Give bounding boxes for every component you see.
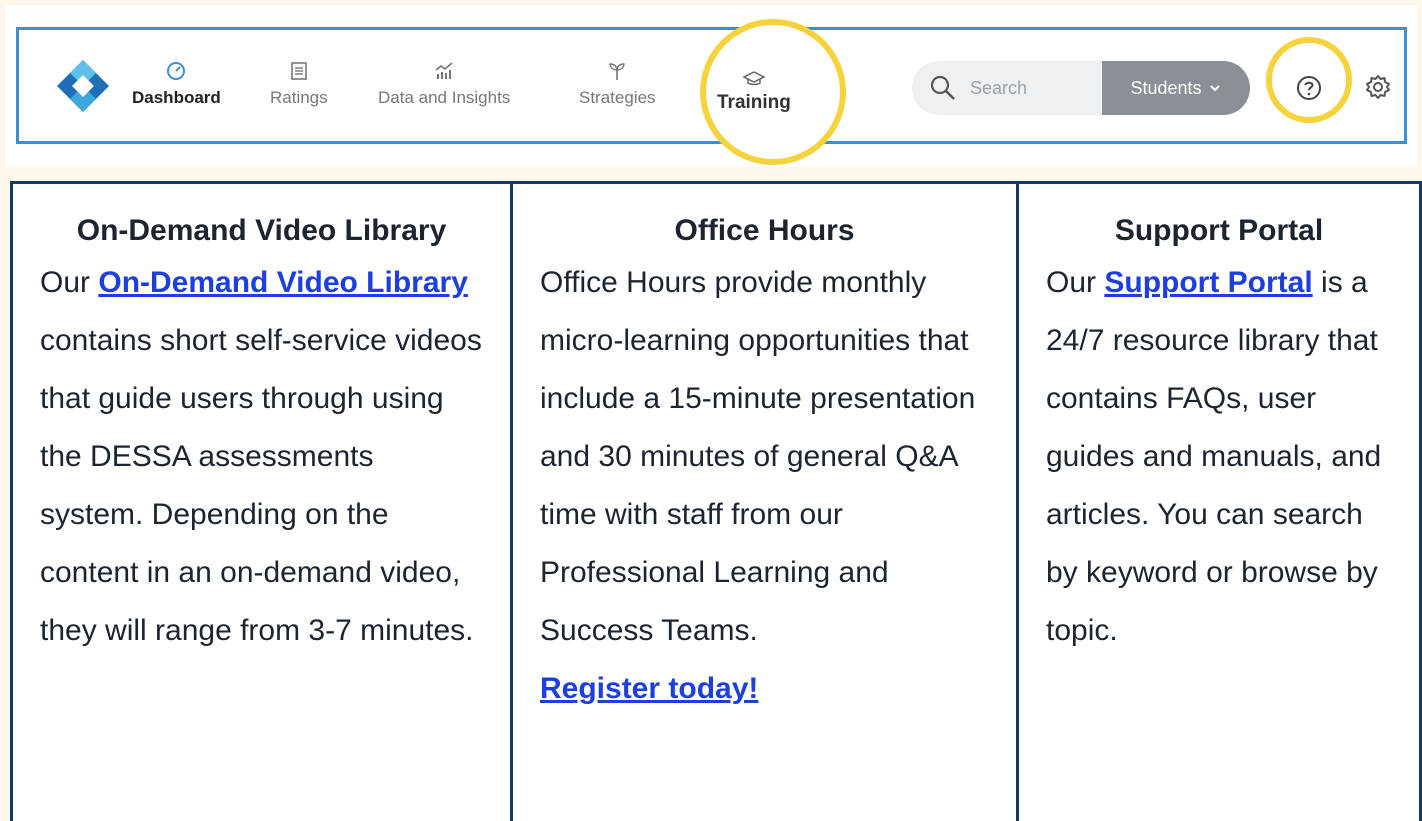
search-bar: Search Students <box>912 61 1250 115</box>
card-text: Office Hours provide monthly micro-learn… <box>540 266 976 647</box>
card-text: contains short self-service videos that … <box>40 324 482 647</box>
scope-dropdown-label: Students <box>1130 77 1202 98</box>
list-icon <box>291 62 307 80</box>
video-library-link[interactable]: On-Demand Video Library <box>98 266 468 299</box>
nav-bar: Dashboard Ratings Data and Insights Stra… <box>16 19 1407 165</box>
card-body: Our On-Demand Video Library contains sho… <box>40 254 483 660</box>
nav-item-data-and-insights[interactable]: Data and Insights <box>378 60 510 108</box>
topbar-screenshot: Dashboard Ratings Data and Insights Stra… <box>5 5 1417 167</box>
nav-item-strategies[interactable]: Strategies <box>579 60 656 108</box>
chart-icon <box>435 62 453 79</box>
card-title: Office Hours <box>674 214 855 247</box>
card-title: On-Demand Video Library <box>76 214 447 247</box>
graduation-cap-icon <box>742 71 765 86</box>
card-text: is a 24/7 resource library that contains… <box>1046 266 1382 647</box>
nav-item-ratings[interactable]: Ratings <box>270 60 328 108</box>
question-circle-icon[interactable] <box>1296 75 1322 101</box>
card-text: Our <box>1046 266 1105 299</box>
scope-dropdown[interactable]: Students <box>1102 61 1250 115</box>
search-input[interactable]: Search <box>912 61 1102 115</box>
card-office-hours: Office Hours Office Hours provide monthl… <box>510 184 1016 821</box>
register-link[interactable]: Register today! <box>540 672 758 705</box>
gauge-icon <box>167 62 186 80</box>
nav-item-dashboard[interactable]: Dashboard <box>132 60 221 108</box>
card-body: Our Support Portal is a 24/7 resource li… <box>1046 254 1392 660</box>
nav-label: Strategies <box>579 88 656 107</box>
nav-label: Training <box>717 92 791 113</box>
support-portal-link[interactable]: Support Portal <box>1104 266 1312 299</box>
card-body: Office Hours provide monthly micro-learn… <box>540 254 989 718</box>
sprout-icon <box>609 63 625 80</box>
nav-label: Ratings <box>270 88 328 107</box>
nav-item-training[interactable]: Training <box>717 70 791 114</box>
card-support-portal: Support Portal Our Support Portal is a 2… <box>1016 184 1419 821</box>
card-title: Support Portal <box>1114 214 1324 247</box>
card-video-library: On-Demand Video Library Our On-Demand Vi… <box>13 184 510 821</box>
training-resources-panel: On-Demand Video Library Our On-Demand Vi… <box>10 181 1422 821</box>
nav-label: Dashboard <box>132 88 221 107</box>
nav-label: Data and Insights <box>378 88 511 107</box>
app-logo-icon[interactable] <box>55 58 111 114</box>
search-placeholder: Search <box>970 77 1028 98</box>
search-icon <box>930 75 955 100</box>
card-text: Our <box>40 266 99 299</box>
gear-icon[interactable] <box>1364 73 1392 101</box>
chevron-down-icon <box>1209 85 1220 92</box>
